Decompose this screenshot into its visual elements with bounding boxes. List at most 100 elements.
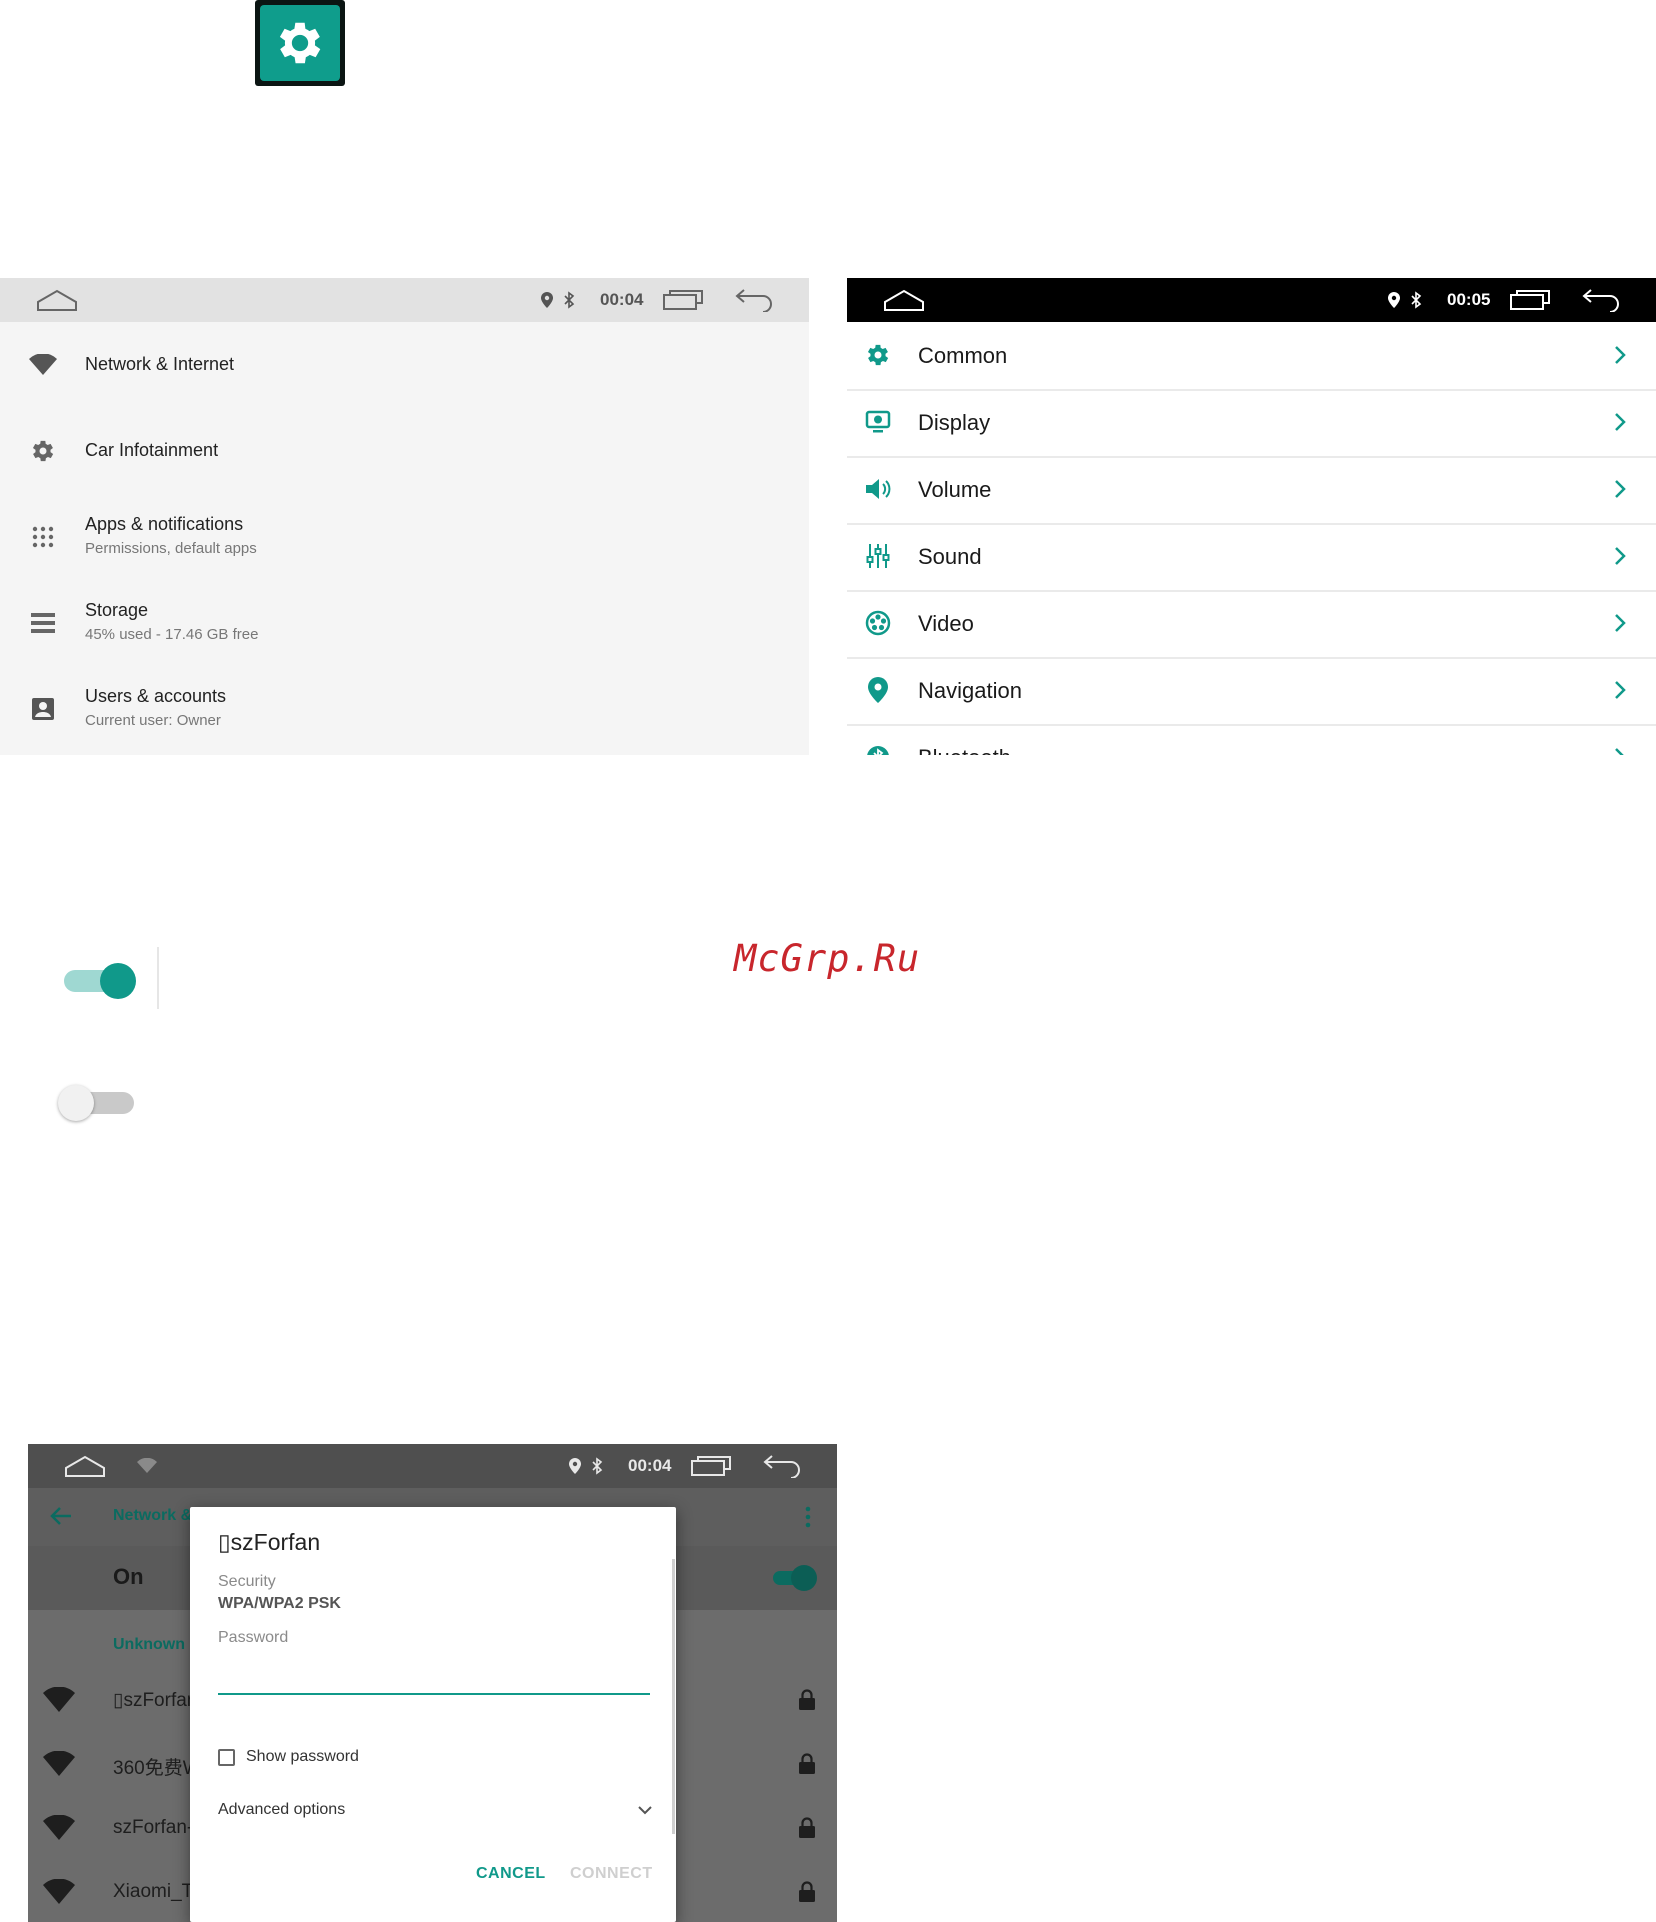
toggle-knob xyxy=(58,1085,94,1121)
chevron-right-icon xyxy=(1615,413,1626,431)
toggle-knob xyxy=(791,1565,817,1591)
chevron-right-icon xyxy=(1615,346,1626,364)
home-icon[interactable] xyxy=(64,1444,106,1488)
settings-item-title: Storage xyxy=(85,600,149,620)
settings-item-storage[interactable]: Storage 45% used - 17.46 GB free xyxy=(0,580,809,666)
network-ssid: ▯szForfan xyxy=(113,1690,198,1711)
location-icon xyxy=(1387,278,1401,322)
recent-apps-icon[interactable] xyxy=(690,1444,732,1488)
status-bar: 00:04 xyxy=(0,278,809,322)
settings-item-title: Car Infotainment xyxy=(85,440,219,460)
wifi-icon xyxy=(43,1815,75,1840)
film-reel-icon xyxy=(863,608,893,638)
apps-grid-icon xyxy=(28,522,58,552)
menu-item-bluetooth[interactable]: Bluetooth xyxy=(847,724,1656,755)
toggle-knob xyxy=(100,963,136,999)
connect-button[interactable]: CONNECT xyxy=(570,1865,653,1883)
menu-item-common[interactable]: Common xyxy=(847,322,1656,391)
chevron-right-icon xyxy=(1615,480,1626,498)
menu-item-volume[interactable]: Volume xyxy=(847,456,1656,525)
show-password-label[interactable]: Show password xyxy=(246,1748,359,1766)
settings-item-car-infotainment[interactable]: Car Infotainment xyxy=(0,408,809,494)
bluetooth-icon xyxy=(863,742,893,755)
wifi-toggle[interactable] xyxy=(773,1565,817,1591)
divider xyxy=(157,947,159,1009)
wifi-settings-panel: 00:04 Network & On Unknown ▯szForfan 360… xyxy=(28,1444,837,1922)
gear-icon xyxy=(28,436,58,466)
settings-item-subtitle: Current user: Owner xyxy=(85,712,221,729)
password-input[interactable] xyxy=(218,1657,650,1695)
display-icon xyxy=(863,407,893,437)
toggle-switch-off[interactable] xyxy=(56,1082,140,1124)
chevron-right-icon xyxy=(1615,614,1626,632)
settings-item-apps[interactable]: Apps & notifications Permissions, defaul… xyxy=(0,494,809,580)
wifi-icon xyxy=(43,1879,75,1904)
settings-item-title: Users & accounts xyxy=(85,686,227,706)
settings-item-users[interactable]: Users & accounts Current user: Owner xyxy=(0,666,809,752)
menu-item-label: Video xyxy=(918,611,974,636)
home-icon[interactable] xyxy=(883,278,925,322)
bluetooth-icon xyxy=(590,1444,604,1488)
app-bar-title: Network & xyxy=(113,1507,193,1524)
status-bar: 00:05 xyxy=(847,278,1656,322)
security-value: WPA/WPA2 PSK xyxy=(218,1595,341,1612)
speaker-icon xyxy=(863,474,893,504)
menu-item-label: Display xyxy=(918,410,991,435)
home-icon[interactable] xyxy=(36,278,78,322)
wifi-icon xyxy=(43,1687,75,1712)
lock-icon xyxy=(799,1881,815,1902)
menu-item-label: Sound xyxy=(918,544,982,569)
back-icon[interactable] xyxy=(762,1444,804,1488)
menu-item-label: Volume xyxy=(918,477,992,502)
recent-apps-icon[interactable] xyxy=(1509,278,1551,322)
menu-item-navigation[interactable]: Navigation xyxy=(847,657,1656,726)
menu-item-video[interactable]: Video xyxy=(847,590,1656,659)
settings-item-subtitle: Permissions, default apps xyxy=(85,540,257,557)
status-time: 00:05 xyxy=(1447,290,1491,309)
status-time: 00:04 xyxy=(600,290,644,309)
wifi-state-label: On xyxy=(113,1564,144,1589)
menu-item-label: Navigation xyxy=(918,678,1022,703)
wifi-password-dialog: ▯szForfan Security WPA/WPA2 PSK Password… xyxy=(190,1507,676,1922)
show-password-checkbox[interactable] xyxy=(218,1749,235,1766)
chevron-down-icon[interactable] xyxy=(637,1803,653,1817)
menu-item-label: Bluetooth xyxy=(918,724,1011,755)
menu-item-label: Common xyxy=(918,343,1008,368)
cancel-button[interactable]: CANCEL xyxy=(476,1865,546,1883)
recent-apps-icon[interactable] xyxy=(662,278,704,322)
menu-item-display[interactable]: Display xyxy=(847,389,1656,458)
wifi-icon xyxy=(43,1751,75,1776)
lock-icon xyxy=(799,1753,815,1774)
car-settings-panel: 00:05 Common Display Volume Sound Video … xyxy=(847,278,1656,755)
back-arrow-icon[interactable] xyxy=(50,1506,72,1526)
back-icon[interactable] xyxy=(1581,278,1623,322)
gear-icon xyxy=(260,5,340,81)
dialog-scrollbar[interactable] xyxy=(672,1559,675,1834)
chevron-right-icon xyxy=(1615,748,1624,755)
security-label: Security xyxy=(218,1573,276,1590)
status-bar: 00:04 xyxy=(28,1444,837,1488)
dialog-title: ▯szForfan xyxy=(218,1529,321,1555)
wifi-icon xyxy=(28,350,58,380)
chevron-right-icon xyxy=(1615,681,1626,699)
android-settings-panel: 00:04 Network & Internet Car Infotainmen… xyxy=(0,278,809,755)
password-label: Password xyxy=(218,1629,289,1646)
settings-item-network[interactable]: Network & Internet xyxy=(0,322,809,408)
network-ssid: szForfan- xyxy=(113,1817,194,1838)
settings-item-title: Apps & notifications xyxy=(85,514,244,534)
settings-app-icon[interactable] xyxy=(255,0,345,86)
equalizer-icon xyxy=(863,541,893,571)
toggle-switch-on[interactable] xyxy=(60,960,140,1002)
lock-icon xyxy=(799,1689,815,1710)
advanced-options-label[interactable]: Advanced options xyxy=(218,1801,345,1819)
gear-icon xyxy=(863,340,893,370)
settings-item-subtitle: 45% used - 17.46 GB free xyxy=(85,626,259,643)
section-header: Unknown xyxy=(113,1636,185,1653)
network-ssid: Xiaomi_T xyxy=(113,1881,194,1902)
location-icon xyxy=(568,1444,582,1488)
status-time: 00:04 xyxy=(628,1456,672,1475)
watermark: McGrp.Ru xyxy=(734,937,921,980)
back-icon[interactable] xyxy=(734,278,776,322)
menu-item-sound[interactable]: Sound xyxy=(847,523,1656,592)
overflow-menu-icon[interactable] xyxy=(805,1506,811,1528)
